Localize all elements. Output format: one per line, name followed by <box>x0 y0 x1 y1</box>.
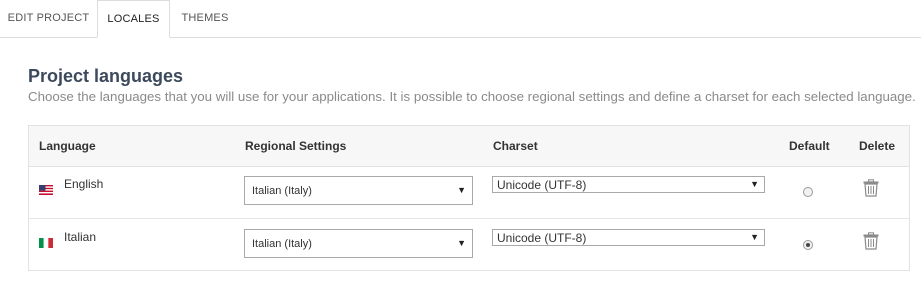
chevron-down-icon: ▼ <box>750 179 759 189</box>
default-radio[interactable] <box>803 240 813 250</box>
language-name: Italian <box>64 230 97 244</box>
tab-themes[interactable]: THEMES <box>170 0 240 37</box>
header-language: Language <box>39 139 96 153</box>
chevron-down-icon: ▼ <box>457 238 466 248</box>
tab-edit-project[interactable]: EDIT PROJECT <box>0 0 97 37</box>
table-header: Language Regional Settings Charset Defau… <box>29 126 909 167</box>
regional-settings-select[interactable]: Italian (Italy) ▼ <box>244 229 473 258</box>
trash-icon[interactable] <box>863 179 879 197</box>
regional-settings-select[interactable]: Italian (Italy) ▼ <box>244 176 473 205</box>
charset-select[interactable]: Unicode (UTF-8) ▼ <box>492 176 765 193</box>
us-flag-icon <box>39 185 53 195</box>
header-charset: Charset <box>493 139 538 153</box>
header-default: Default <box>789 139 830 153</box>
chevron-down-icon: ▼ <box>750 232 759 242</box>
charset-select[interactable]: Unicode (UTF-8) ▼ <box>492 229 765 246</box>
locales-table: Language Regional Settings Charset Defau… <box>28 125 910 271</box>
regional-settings-value: Italian (Italy) <box>252 185 312 197</box>
table-row: English Italian (Italy) ▼ Unicode (UTF-8… <box>29 166 909 219</box>
charset-value: Unicode (UTF-8) <box>497 178 587 192</box>
italy-flag-icon <box>39 238 53 248</box>
chevron-down-icon: ▼ <box>457 185 466 195</box>
section-description: Choose the languages that you will use f… <box>28 89 916 104</box>
header-delete: Delete <box>859 139 896 153</box>
regional-settings-value: Italian (Italy) <box>252 238 312 250</box>
language-name: English <box>64 177 104 191</box>
header-regional-settings: Regional Settings <box>245 139 347 153</box>
tab-locales[interactable]: LOCALES <box>97 0 170 38</box>
tab-bar: EDIT PROJECT LOCALES THEMES <box>0 0 921 38</box>
table-row: Italian Italian (Italy) ▼ Unicode (UTF-8… <box>29 219 909 271</box>
charset-value: Unicode (UTF-8) <box>497 231 587 245</box>
section-title: Project languages <box>28 66 184 86</box>
default-radio[interactable] <box>803 187 813 197</box>
trash-icon[interactable] <box>863 232 879 250</box>
